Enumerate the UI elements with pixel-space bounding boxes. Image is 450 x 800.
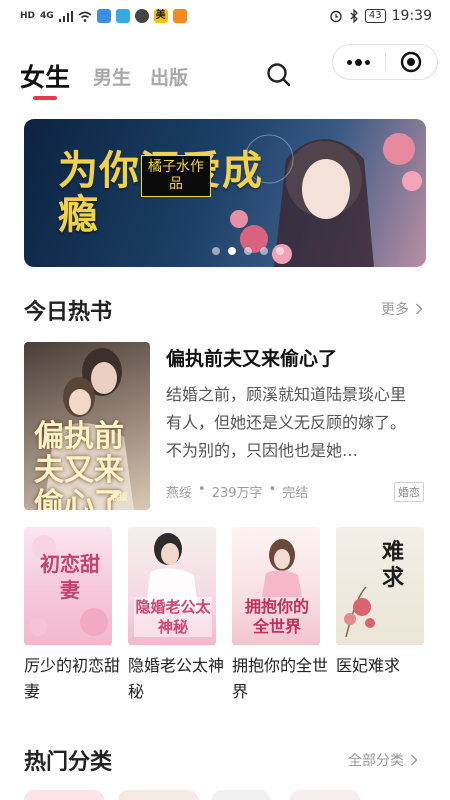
carousel-dot[interactable] <box>244 247 252 255</box>
dot-icon <box>365 59 371 65</box>
chat-app-icon <box>115 9 130 23</box>
hot-books-title: 今日热书 <box>24 300 113 325</box>
tab-boys[interactable]: 男生 <box>93 63 131 90</box>
book-title[interactable]: 隐婚老公太神秘 <box>128 653 228 705</box>
video-app-icon <box>172 9 187 23</box>
tab-publish[interactable]: 出版 <box>150 63 188 90</box>
book-title[interactable]: 拥抱你的全世界 <box>232 653 332 705</box>
book-author: 燕绥 <box>166 486 193 501</box>
book-cover-text: 难求 <box>382 539 405 591</box>
category-card[interactable] <box>212 790 270 800</box>
clock: 19:39 <box>391 8 432 24</box>
category-card[interactable] <box>118 790 198 800</box>
featured-book-cover[interactable]: 偏执前夫又来偷心了 燕绥 <box>24 342 150 510</box>
featured-cover-author: 燕绥 <box>110 493 129 503</box>
book-cover[interactable]: 隐婚老公太神秘 <box>128 527 216 645</box>
promo-banner[interactable]: 为你深爱成瘾 橘子水作品 <box>24 119 426 267</box>
featured-book-title[interactable]: 偏执前夫又来偷心了 <box>166 344 337 371</box>
book-cover[interactable]: 难求 <box>336 527 424 645</box>
book-title[interactable]: 厉少的初恋甜妻 <box>24 653 124 705</box>
alarm-icon <box>330 10 342 23</box>
status-left: HD 4G 美 <box>20 9 187 23</box>
hd-indicator: HD <box>20 11 36 21</box>
book-word-count: 239万字 <box>211 486 263 501</box>
grid-book-item[interactable]: 拥抱你的全世界 拥抱你的全世界 <box>232 527 328 705</box>
book-cover-text: 拥抱你的全世界 <box>244 597 309 636</box>
book-cover[interactable]: 初恋甜妻 <box>24 527 112 645</box>
carousel-dot[interactable] <box>260 247 268 255</box>
status-bar: HD 4G 美 43 19:39 <box>0 0 450 32</box>
more-label: 更多 <box>381 302 409 318</box>
battery-indicator: 43 <box>364 9 386 23</box>
tab-girls[interactable]: 女生 <box>20 58 70 94</box>
grid-book-item[interactable]: 难求 医妃难求 <box>336 527 424 679</box>
meta-separator: • <box>268 482 277 497</box>
cloud-app-icon <box>96 9 111 23</box>
featured-book-description: 结婚之前，顾溪就知道陆景琰心里有人，但她还是义无反顾的嫁了。不为别的，只因他也是… <box>166 385 407 460</box>
book-genre-tag: 婚恋 <box>394 482 424 502</box>
meta-separator: • <box>198 482 206 497</box>
grid-book-item[interactable]: 初恋甜妻 厉少的初恋甜妻 <box>24 527 120 705</box>
carousel-dots <box>212 247 284 255</box>
carousel-dot-active[interactable] <box>228 247 236 255</box>
dot-icon <box>347 59 353 65</box>
book-cover-text: 初恋甜妻 <box>40 552 100 602</box>
all-categories-label: 全部分类 <box>348 753 404 769</box>
chevron-right-icon <box>411 754 418 766</box>
all-categories-link[interactable]: 全部分类 <box>348 750 418 770</box>
target-close-icon <box>401 51 422 73</box>
book-cover[interactable]: 拥抱你的全世界 <box>232 527 320 645</box>
wifi-icon <box>78 11 92 22</box>
meituan-app-icon: 美 <box>153 9 168 23</box>
book-title[interactable]: 医妃难求 <box>336 653 436 679</box>
more-menu-button[interactable] <box>333 44 385 80</box>
hot-books-more-link[interactable]: 更多 <box>381 299 423 319</box>
search-icon <box>267 63 291 87</box>
category-card[interactable] <box>290 790 360 800</box>
category-card[interactable] <box>24 790 104 800</box>
book-cover-text: 隐婚老公太神秘 <box>134 597 212 637</box>
featured-book-meta: 燕绥 • 239万字 • 完结 <box>166 482 308 501</box>
carousel-dot[interactable] <box>212 247 220 255</box>
signal-icon <box>58 10 73 22</box>
active-tab-indicator <box>33 96 57 100</box>
top-nav: 女生 男生 出版 <box>0 38 450 108</box>
dot-icon <box>355 58 363 66</box>
status-right: 43 19:39 <box>329 8 432 24</box>
chevron-right-icon <box>416 303 423 315</box>
search-button[interactable] <box>266 62 292 88</box>
mini-program-capsule <box>332 44 438 80</box>
categories-title: 热门分类 <box>24 750 113 775</box>
close-mini-program-button[interactable] <box>385 44 437 80</box>
grid-book-item[interactable]: 隐婚老公太神秘 隐婚老公太神秘 <box>128 527 224 705</box>
banner-author: 橘子水作品 <box>141 155 211 197</box>
bluetooth-icon <box>350 9 358 23</box>
carousel-dot[interactable] <box>276 247 284 255</box>
qq-app-icon <box>134 9 149 23</box>
network-indicator: 4G <box>40 11 54 21</box>
book-status: 完结 <box>282 486 309 501</box>
